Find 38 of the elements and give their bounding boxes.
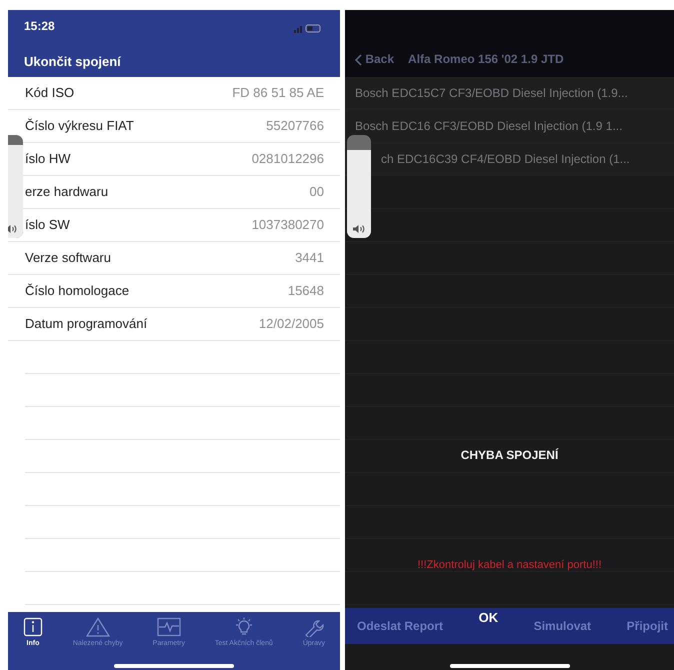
toolbar-button[interactable]: Odeslat Report (357, 617, 444, 635)
ok-button[interactable]: OK (478, 608, 498, 628)
row-value: 15648 (288, 282, 324, 300)
row-label: íslo SW (25, 216, 70, 234)
row-value: 55207766 (266, 117, 324, 136)
list-item[interactable]: Bosch EDC16 CF3/EOBD Diesel Injection (1.9 1... (345, 110, 674, 143)
row-label: erze hardwaru (25, 183, 108, 202)
row-value: 1037380270 (252, 216, 324, 234)
info-icon (22, 617, 43, 637)
speaker-icon (8, 224, 18, 234)
row-label: Datum programování (25, 315, 148, 334)
volume-slider[interactable] (347, 135, 371, 238)
light-bulb-icon (234, 617, 254, 637)
row-label: Verze softwaru (25, 249, 111, 268)
list-item[interactable]: ch EDC16C39 CF4/EOBD Diesel Injection (1... (345, 143, 674, 176)
row-value: 12/02/2005 (258, 315, 324, 334)
nav-title: Alfa Romeo 156 '02 1.9 JTD (408, 51, 564, 68)
row-label: Kód ISO (25, 84, 74, 102)
row-label: Číslo homologace (25, 282, 130, 300)
row-value: 00 (310, 183, 324, 202)
alert-title: CHYBA SPOJENÍ (460, 447, 560, 464)
chevron-left-icon (355, 54, 362, 66)
speaker-icon (352, 224, 366, 234)
row-value: 0281012296 (252, 150, 324, 168)
nav-title: Ukončit spojení (24, 52, 122, 71)
row-label: Číslo výkresu FIAT (25, 117, 134, 136)
toolbar-button[interactable]: Připojit (626, 617, 668, 635)
toolbar-button[interactable]: Simulovat (534, 617, 592, 635)
status-time: 15:28 (24, 18, 55, 35)
back-button[interactable]: Back (355, 50, 394, 68)
pulse-monitor-icon (156, 617, 181, 637)
alert-message: !!!Zkontroluj kabel a nastavení portu!!! (416, 558, 603, 573)
row-label: íslo HW (25, 150, 70, 168)
signal-battery-icon (294, 24, 322, 33)
list-item[interactable]: Bosch EDC15C7 CF3/EOBD Diesel Injection (1.9... (345, 77, 674, 110)
row-value: 3441 (295, 249, 324, 268)
row-value: FD 86 51 85 AE (232, 84, 324, 102)
warning-icon (86, 617, 110, 637)
